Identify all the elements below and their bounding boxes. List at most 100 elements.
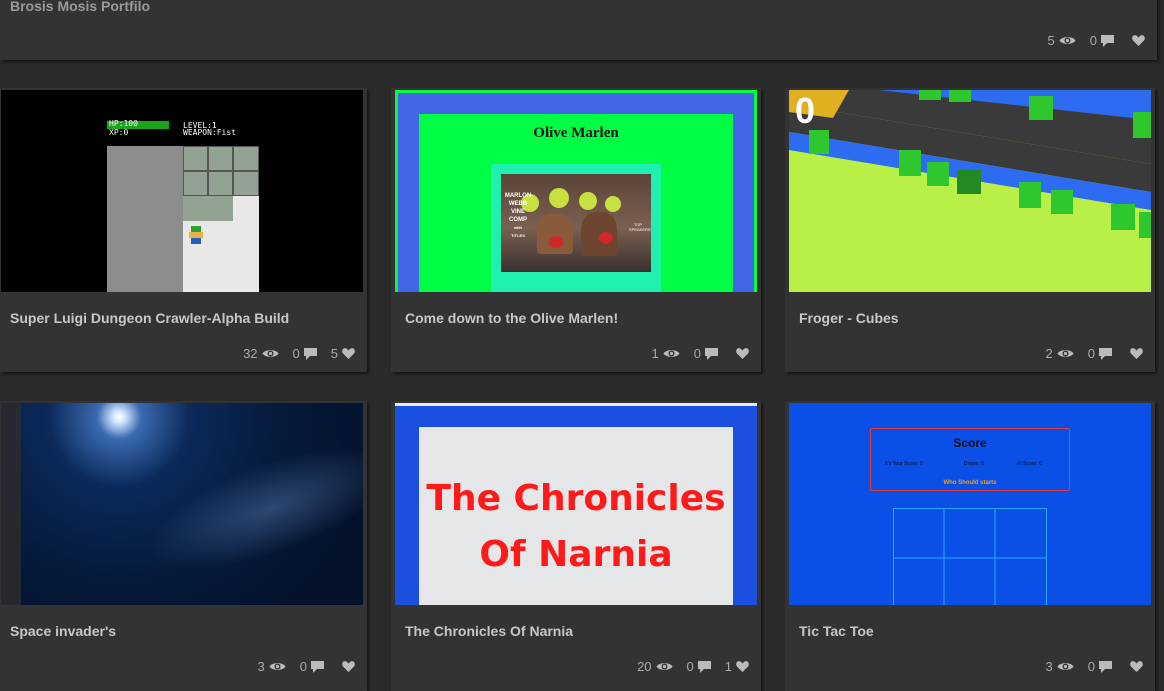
weapon-label: WEAPON:Fist xyxy=(183,128,236,137)
dungeon-wall xyxy=(107,146,183,292)
thumbnail-froger[interactable]: 0 xyxy=(789,90,1151,292)
card-title[interactable]: Space invader's xyxy=(10,623,116,639)
portfolio-title[interactable]: Brosis Mosis Portfilo xyxy=(10,0,150,14)
dungeon-block-low xyxy=(183,196,233,221)
heart-icon[interactable] xyxy=(1132,35,1145,46)
project-card-tic-tac-toe[interactable]: Score It's Your Score: 0 Draws: 0 AI Sco… xyxy=(785,401,1155,691)
eye-icon xyxy=(1057,663,1074,670)
thumbnail-super-luigi[interactable]: HP:100 XP:0 LEVEL:1 WEAPON:Fist xyxy=(1,90,363,292)
views-stat: 5 xyxy=(1048,33,1076,48)
heart-icon[interactable] xyxy=(342,348,355,359)
narnia-line-1: The Chronicles xyxy=(426,478,726,519)
views-count: 3 xyxy=(257,659,265,674)
comments-count: 0 xyxy=(686,659,694,674)
eye-icon xyxy=(1059,37,1076,44)
comment-icon xyxy=(311,660,324,673)
photo-side-text: TOP SPEAKERS xyxy=(629,222,651,232)
views-count: 2 xyxy=(1045,346,1053,361)
likes-stat[interactable] xyxy=(1128,35,1145,46)
views-count: 32 xyxy=(243,346,258,361)
comments-count: 0 xyxy=(292,346,300,361)
comment-icon xyxy=(303,347,317,360)
views-stat: 2 xyxy=(1046,346,1074,361)
project-card-narnia[interactable]: The Chronicles Of Narnia The Chronicles … xyxy=(391,401,761,691)
heart-icon[interactable] xyxy=(736,348,749,359)
comment-icon xyxy=(705,347,718,360)
eye-icon xyxy=(1057,350,1074,357)
views-stat: 1 xyxy=(652,346,680,361)
comments-stat: 0 xyxy=(1090,33,1114,48)
thumbnail-tic-tac-toe[interactable]: Score It's Your Score: 0 Draws: 0 AI Sco… xyxy=(789,403,1151,605)
hp-label: HP:100 xyxy=(109,119,138,128)
comments-count: 0 xyxy=(1087,659,1095,674)
thumbnail-space-invaders[interactable] xyxy=(1,403,363,605)
eye-icon xyxy=(262,350,279,357)
card-title[interactable]: Come down to the Olive Marlen! xyxy=(405,310,618,326)
draws: Draws: 0 xyxy=(964,461,984,467)
project-card-froger[interactable]: 0 Froger - Cubes 2 0 xyxy=(785,88,1155,372)
heart-icon[interactable] xyxy=(736,661,749,672)
heart-icon[interactable] xyxy=(1130,348,1143,359)
your-score: It's Your Score: 0 xyxy=(885,461,923,467)
card-title[interactable]: Froger - Cubes xyxy=(799,310,899,326)
comment-icon xyxy=(697,660,711,673)
ai-score: AI Score: 0 xyxy=(1017,461,1042,467)
card-title[interactable]: Tic Tac Toe xyxy=(799,623,874,639)
views-count: 20 xyxy=(637,659,652,674)
card-title[interactable]: Super Luigi Dungeon Crawler-Alpha Build xyxy=(10,310,289,326)
comments-stat: 0 xyxy=(1088,659,1112,674)
top-border xyxy=(395,403,757,406)
comments-count: 0 xyxy=(1089,33,1097,48)
comments-stat: 0 xyxy=(1088,346,1112,361)
likes-stat[interactable] xyxy=(1126,661,1143,672)
thumbnail-narnia[interactable]: The Chronicles Of Narnia xyxy=(395,403,757,605)
thumbnail-olive-marlen[interactable]: Olive Marlen MARLON WEBB VINE COMP with … xyxy=(395,90,757,292)
stats-bar: 3 0 xyxy=(1046,659,1143,674)
views-stat: 20 xyxy=(637,659,673,674)
views-count: 1 xyxy=(651,346,659,361)
photo-caption: MARLON WEBB VINE COMP with TITLES xyxy=(504,193,532,238)
project-card-super-luigi[interactable]: HP:100 XP:0 LEVEL:1 WEAPON:Fist Super Lu… xyxy=(0,88,367,372)
who-starts: Who Should starts xyxy=(943,480,997,486)
likes-count: 1 xyxy=(724,659,732,674)
eye-icon xyxy=(656,663,673,670)
comments-count: 0 xyxy=(1087,346,1095,361)
portfolio-header-card[interactable]: Brosis Mosis Portfilo 5 0 xyxy=(0,0,1157,60)
eye-icon xyxy=(269,663,286,670)
likes-stat[interactable] xyxy=(1126,348,1143,359)
comments-stat: 0 xyxy=(694,346,718,361)
comments-stat: 0 xyxy=(293,346,317,361)
score-counter: 0 xyxy=(795,90,816,131)
heart-icon[interactable] xyxy=(1130,661,1143,672)
game-grid[interactable] xyxy=(893,508,1047,605)
views-count: 3 xyxy=(1045,659,1053,674)
project-card-space-invaders[interactable]: Space invader's 3 0 xyxy=(0,401,367,691)
stats-bar: 1 0 xyxy=(652,346,749,361)
stats-bar: 32 0 5 xyxy=(243,346,355,361)
likes-stat[interactable] xyxy=(338,661,355,672)
views-stat: 32 xyxy=(243,346,279,361)
stats-bar: 2 0 xyxy=(1046,346,1143,361)
likes-stat[interactable]: 1 xyxy=(725,659,749,674)
card-title[interactable]: The Chronicles Of Narnia xyxy=(405,623,573,639)
comment-icon xyxy=(1099,660,1112,673)
likes-stat[interactable] xyxy=(732,348,749,359)
eye-icon xyxy=(663,350,680,357)
comments-count: 0 xyxy=(299,659,307,674)
views-count: 5 xyxy=(1047,33,1055,48)
left-border xyxy=(1,403,21,605)
olive-heading: Olive Marlen xyxy=(533,125,619,141)
narnia-text: The Chronicles Of Narnia xyxy=(419,471,733,583)
comments-stat: 0 xyxy=(687,659,711,674)
heart-icon[interactable] xyxy=(342,661,355,672)
likes-stat[interactable]: 5 xyxy=(331,346,355,361)
froger-scene xyxy=(789,90,1151,238)
stats-bar: 3 0 xyxy=(258,659,355,674)
views-stat: 3 xyxy=(1046,659,1074,674)
score-heading: Score xyxy=(953,436,987,450)
comments-count: 0 xyxy=(693,346,701,361)
comment-icon xyxy=(1099,347,1112,360)
project-card-olive-marlen[interactable]: Olive Marlen MARLON WEBB VINE COMP with … xyxy=(391,88,761,372)
narnia-line-2: Of Narnia xyxy=(479,534,673,575)
comments-stat: 0 xyxy=(300,659,324,674)
